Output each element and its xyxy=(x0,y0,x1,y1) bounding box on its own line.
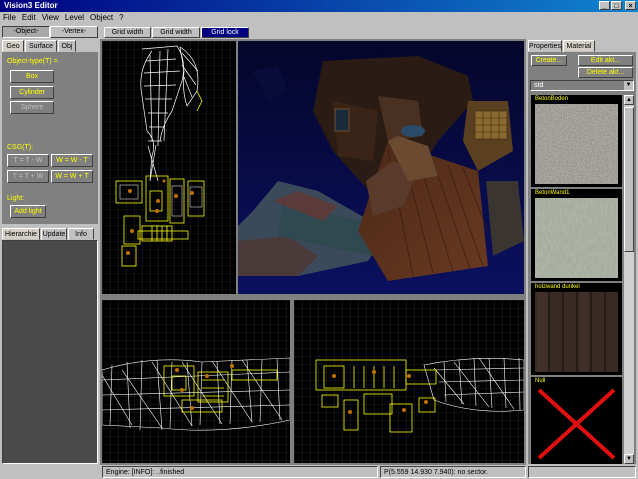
viewport-side[interactable] xyxy=(294,300,524,463)
wireframe-side-view xyxy=(294,300,524,463)
add-light-button[interactable]: Add light xyxy=(10,205,46,218)
title-bar: Vision3 Editor _ □ × xyxy=(0,0,638,12)
minimize-button[interactable]: _ xyxy=(599,1,610,10)
window-title: Vision3 Editor xyxy=(4,1,58,10)
viewport-top[interactable] xyxy=(102,41,236,294)
status-position: P(5.559 14.930 7.940): no sector. xyxy=(380,466,526,478)
scroll-thumb[interactable] xyxy=(624,107,634,252)
maximize-button[interactable]: □ xyxy=(611,1,622,10)
tab-surface[interactable]: Surface xyxy=(25,40,57,52)
status-extra xyxy=(528,466,636,478)
sphere-button[interactable]: Sphere xyxy=(10,101,54,114)
tab-geo[interactable]: Geo xyxy=(2,40,24,52)
edit-material-button[interactable]: Edit akt... xyxy=(578,55,633,66)
viewport-front[interactable] xyxy=(102,300,290,463)
csg-t-minus-w-button[interactable]: T = T - W xyxy=(7,154,49,167)
render-3d-scene xyxy=(238,41,524,294)
menu-help[interactable]: ? xyxy=(116,12,126,24)
csg-t-plus-w-button[interactable]: T = T + W xyxy=(7,170,49,183)
csg-label: CSG(T): xyxy=(7,144,34,151)
tab-material[interactable]: Material xyxy=(563,40,595,52)
menu-level[interactable]: Level xyxy=(62,12,87,24)
delete-material-button[interactable]: Delete akt... xyxy=(578,67,633,78)
chevron-down-icon[interactable]: ▼ xyxy=(624,81,633,90)
tab-properties[interactable]: Properties xyxy=(528,40,562,52)
texture-scrollbar[interactable]: ▲ ▼ xyxy=(624,95,634,464)
texture-name: BetonBoden xyxy=(535,96,569,102)
null-texture-cross-icon xyxy=(535,386,618,462)
texture-item[interactable]: holzwand dunkel xyxy=(531,283,622,375)
texture-item[interactable]: BetonBoden xyxy=(531,95,622,187)
hierarchy-panel[interactable] xyxy=(2,240,98,464)
light-label: Light: xyxy=(7,195,25,202)
texture-preview xyxy=(535,104,618,184)
grid-lock-button[interactable]: Grid lock xyxy=(201,27,249,38)
grid-width-half-button[interactable]: Grid width 0.5X xyxy=(104,27,151,46)
tab-obj[interactable]: Obj xyxy=(58,40,76,52)
cylinder-button[interactable]: Cylinder xyxy=(10,86,54,99)
csg-w-minus-t-button[interactable]: W = W - T xyxy=(51,154,93,167)
wireframe-front-view xyxy=(102,300,290,463)
menu-view[interactable]: View xyxy=(39,12,62,24)
menu-edit[interactable]: Edit xyxy=(19,12,39,24)
tab-update[interactable]: Update xyxy=(41,228,67,240)
scroll-up-button[interactable]: ▲ xyxy=(624,95,634,105)
texture-item[interactable]: BetonWand1 xyxy=(531,189,622,281)
menu-file[interactable]: File xyxy=(0,12,19,24)
tab-info[interactable]: Info xyxy=(68,228,94,240)
create-material-button[interactable]: Create... xyxy=(531,55,567,66)
csg-w-plus-t-button[interactable]: W = W + T xyxy=(51,170,93,183)
status-engine: Engine: [INFO]: ..finished xyxy=(102,466,378,478)
texture-preview xyxy=(535,292,618,372)
texture-name: Null xyxy=(535,378,546,384)
texture-name: BetonWand1 xyxy=(535,190,570,196)
material-set-select[interactable]: std ▼ xyxy=(530,80,634,91)
box-button[interactable]: Box xyxy=(10,70,54,83)
menu-object[interactable]: Object xyxy=(87,12,116,24)
tab-hierarchie[interactable]: Hierarchie xyxy=(2,228,40,240)
menu-bar: File Edit View Level Object ? xyxy=(0,12,638,24)
tab-vertex-mode[interactable]: -Vertex- xyxy=(50,26,98,38)
texture-name: holzwand dunkel xyxy=(535,284,580,290)
wireframe-top-view xyxy=(102,41,236,294)
texture-preview xyxy=(535,198,618,278)
scroll-down-button[interactable]: ▼ xyxy=(624,454,634,464)
tab-object-mode[interactable]: -Object- xyxy=(2,26,50,38)
object-type-label: Object-type(T) = xyxy=(7,58,58,65)
grid-width-double-button[interactable]: Grid width 2.0X xyxy=(152,27,200,46)
material-set-value: std xyxy=(534,82,544,89)
viewport-3d-render[interactable] xyxy=(238,41,524,294)
texture-item[interactable]: Null xyxy=(531,377,622,464)
close-button[interactable]: × xyxy=(625,1,636,10)
